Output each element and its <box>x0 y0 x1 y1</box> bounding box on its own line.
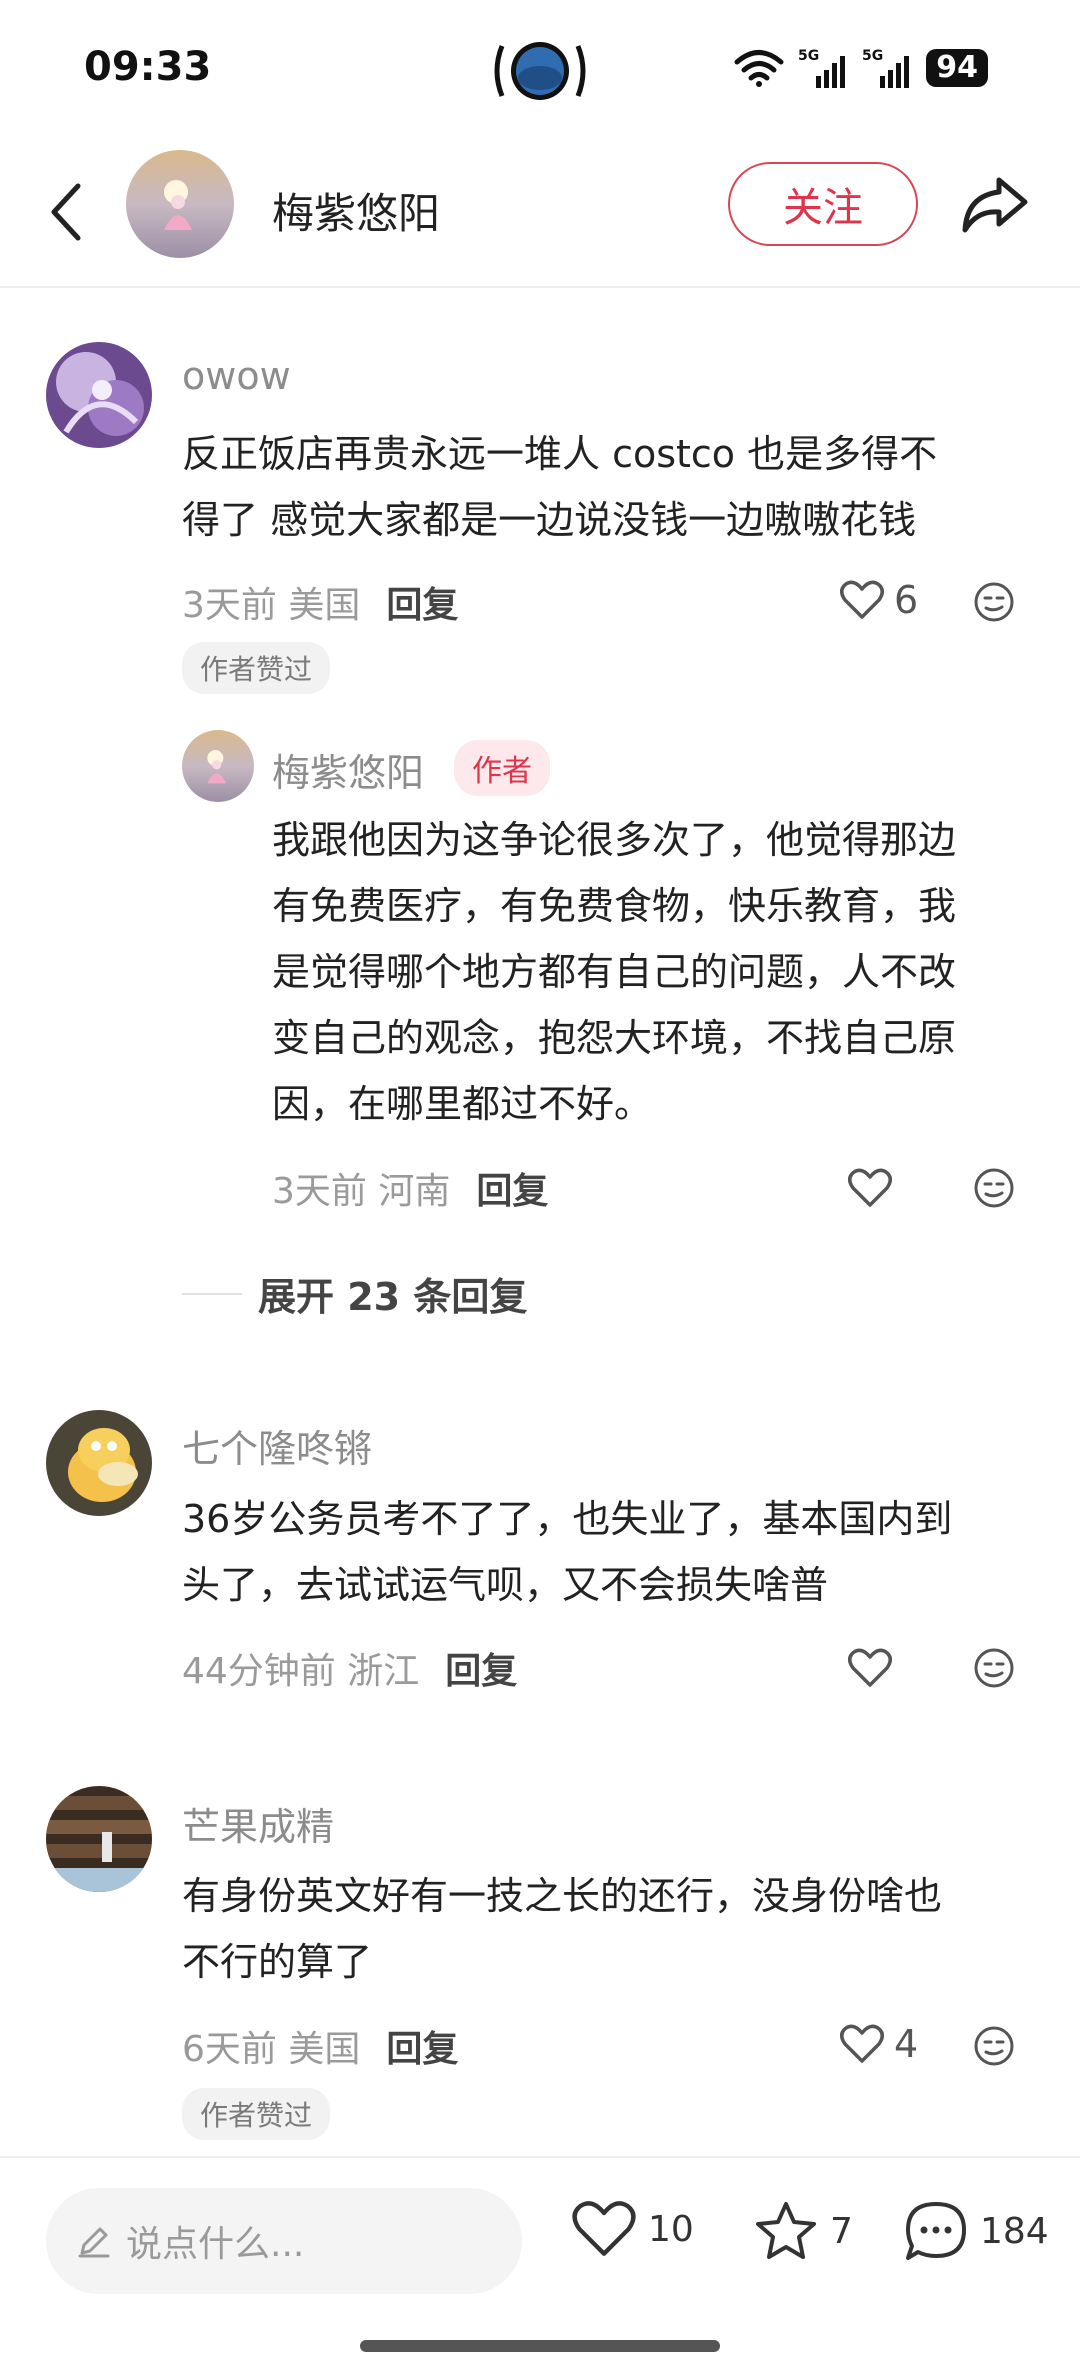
comment-count: 184 <box>980 2210 1049 2252</box>
comment-time: 3天前 美国 <box>182 585 361 626</box>
home-indicator[interactable] <box>360 2340 720 2352</box>
wifi-icon <box>734 50 784 87</box>
comment-meta: 3天前 美国 回复 <box>182 576 458 628</box>
heart-icon <box>572 2201 636 2256</box>
favorite-count: 7 <box>830 2210 853 2252</box>
reply-button[interactable]: 回复 <box>386 2020 458 2072</box>
back-icon <box>51 183 81 241</box>
divider <box>182 1292 242 1295</box>
share-icon <box>962 177 1028 233</box>
svg-text:5G: 5G <box>862 48 883 64</box>
reply-button[interactable]: 回复 <box>445 1642 517 1694</box>
favorite-button[interactable]: 7 <box>754 2200 853 2262</box>
comment-text[interactable]: 36岁公务员考不了了，也失业了，基本国内到 头了，去试试运气呗，又不会损失啥普 <box>182 1486 952 1618</box>
signal-icon: 5G <box>862 48 910 88</box>
emoji-icon[interactable] <box>972 1646 1016 1690</box>
battery-indicator: 94 <box>926 49 988 87</box>
back-button[interactable] <box>36 172 96 252</box>
heart-icon[interactable] <box>848 1646 892 1690</box>
star-icon <box>756 2202 816 2259</box>
comment-input[interactable]: 说点什么... <box>46 2188 522 2294</box>
author-tag: 作者 <box>454 740 550 796</box>
avatar[interactable] <box>46 1786 152 1892</box>
svg-text:5G: 5G <box>798 48 819 64</box>
comment-text[interactable]: 有身份英文好有一技之长的还行，没身份啥也 不行的算了 <box>182 1863 942 1995</box>
pencil-icon <box>78 2227 110 2258</box>
comment-meta: 44分钟前 浙江 回复 <box>182 1642 517 1694</box>
comment-username[interactable]: owow <box>182 354 291 398</box>
input-placeholder: 说点什么... <box>126 2224 305 2265</box>
header: 梅紫悠阳 关注 <box>0 140 1080 288</box>
author-liked-badge: 作者赞过 <box>182 2088 331 2140</box>
comment-username[interactable]: 芒果成精 <box>182 1796 334 1851</box>
like-post-button[interactable]: 10 <box>572 2200 694 2258</box>
reply-username[interactable]: 梅紫悠阳 <box>272 742 424 797</box>
follow-button[interactable]: 关注 <box>728 162 918 246</box>
comment-icon <box>906 2202 966 2260</box>
author-name[interactable]: 梅紫悠阳 <box>272 180 440 241</box>
comment-text[interactable]: 反正饭店再贵永远一堆人 costco 也是多得不 得了 感觉大家都是一边说没钱一… <box>182 421 937 553</box>
status-time: 09:33 <box>84 44 212 90</box>
reply-button[interactable]: 回复 <box>476 1162 548 1214</box>
avatar[interactable] <box>46 1410 152 1516</box>
heart-icon <box>840 2024 884 2063</box>
avatar[interactable] <box>182 730 254 802</box>
author-liked-badge: 作者赞过 <box>182 642 331 694</box>
emoji-icon[interactable] <box>972 1166 1016 1210</box>
reply-text[interactable]: 我跟他因为这争论很多次了，他觉得那边 有免费医疗，有免费食物，快乐教育，我 是觉… <box>272 807 956 1137</box>
like-count: 6 <box>894 578 919 622</box>
reply-button[interactable]: 回复 <box>386 576 458 628</box>
comment-meta: 6天前 美国 回复 <box>182 2020 458 2072</box>
like-button[interactable]: 4 <box>840 2022 918 2066</box>
like-count: 10 <box>648 2208 694 2250</box>
comment-time: 6天前 美国 <box>182 2029 361 2070</box>
dynamic-island <box>488 36 592 106</box>
comment-time: 44分钟前 浙江 <box>182 1651 420 1692</box>
like-button[interactable]: 6 <box>840 578 918 622</box>
status-bar: 09:33 5G 5G 94 <box>0 0 1080 140</box>
heart-icon[interactable] <box>848 1166 892 1210</box>
expand-replies-button[interactable]: 展开 23 条回复 <box>182 1266 527 1321</box>
avatar[interactable] <box>46 342 152 448</box>
reply-time: 3天前 河南 <box>272 1171 451 1212</box>
emoji-icon[interactable] <box>972 580 1016 624</box>
heart-icon <box>840 580 884 619</box>
avatar[interactable] <box>126 150 234 258</box>
share-button[interactable] <box>956 166 1032 242</box>
status-icons: 5G 5G 94 <box>734 46 988 90</box>
comment-username[interactable]: 七个隆咚锵 <box>182 1418 372 1473</box>
reply-meta: 3天前 河南 回复 <box>272 1162 548 1214</box>
comments-button[interactable]: 184 <box>904 2200 1049 2262</box>
signal-icon: 5G <box>798 48 846 88</box>
like-count: 4 <box>894 2022 919 2066</box>
emoji-icon[interactable] <box>972 2024 1016 2068</box>
